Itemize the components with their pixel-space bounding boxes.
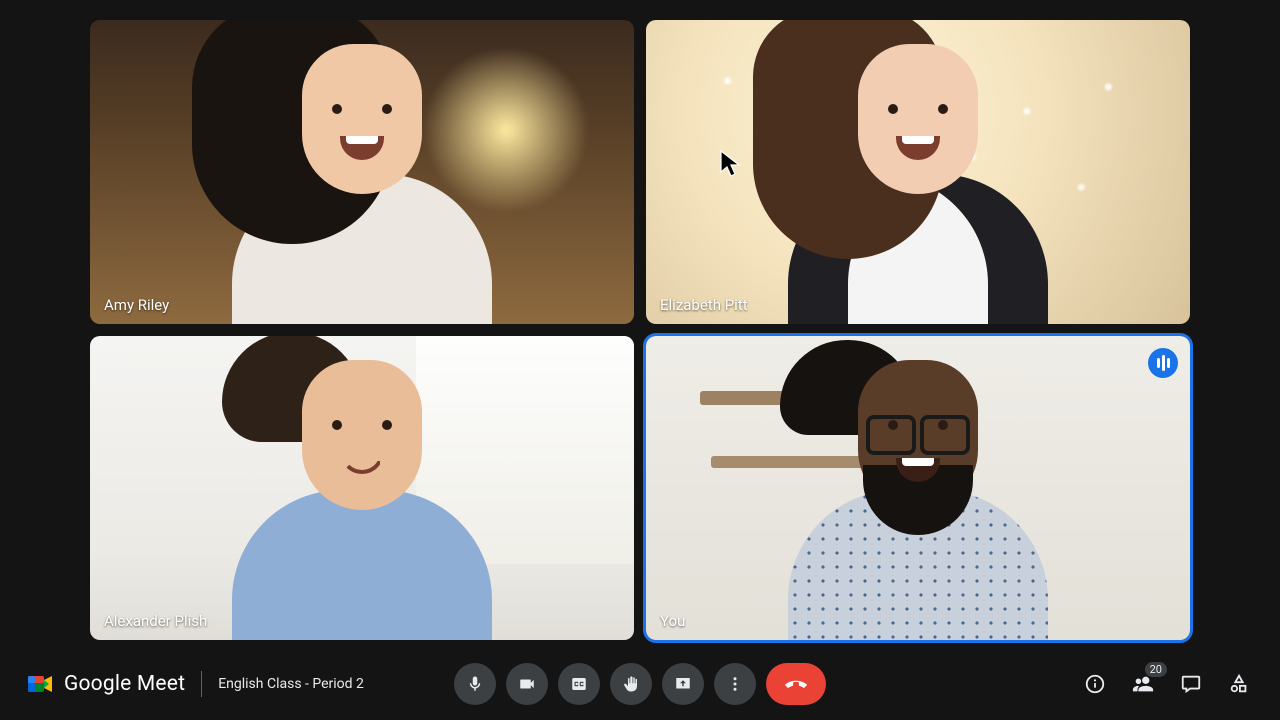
participant-name: Elizabeth Pitt (660, 296, 748, 314)
video-grid: Amy Riley Elizabeth Pitt Alexander Plish (90, 20, 1190, 640)
more-options-button[interactable] (714, 663, 756, 705)
camera-button[interactable] (506, 663, 548, 705)
speaking-indicator-icon (1148, 348, 1178, 378)
people-count-badge: 20 (1145, 662, 1167, 677)
info-icon (1084, 673, 1106, 695)
participant-tile[interactable]: Alexander Plish (90, 336, 634, 640)
captions-icon (570, 675, 588, 693)
camera-icon (518, 675, 536, 693)
present-icon (674, 675, 692, 693)
participant-name: Alexander Plish (104, 612, 207, 630)
participant-tile[interactable]: Amy Riley (90, 20, 634, 324)
meeting-details-button[interactable] (1082, 671, 1108, 697)
meet-logo-icon (28, 673, 54, 695)
activities-button[interactable] (1226, 671, 1252, 697)
people-button[interactable]: 20 (1130, 671, 1156, 697)
hangup-icon (783, 671, 809, 697)
more-vertical-icon (726, 675, 744, 693)
app-name: Google Meet (64, 672, 185, 696)
participant-name: You (660, 612, 685, 630)
captions-button[interactable] (558, 663, 600, 705)
chat-button[interactable] (1178, 671, 1204, 697)
hand-icon (622, 675, 640, 693)
divider (201, 671, 202, 697)
right-controls: 20 (1082, 671, 1252, 697)
call-controls (454, 663, 826, 705)
shapes-icon (1228, 673, 1250, 695)
present-button[interactable] (662, 663, 704, 705)
leave-call-button[interactable] (766, 663, 826, 705)
meeting-title: English Class - Period 2 (218, 676, 364, 692)
mic-button[interactable] (454, 663, 496, 705)
participant-tile[interactable]: Elizabeth Pitt (646, 20, 1190, 324)
mic-icon (466, 675, 484, 693)
app-brand: Google Meet (28, 672, 185, 696)
bottom-bar: Google Meet English Class - Period 2 (0, 648, 1280, 720)
raise-hand-button[interactable] (610, 663, 652, 705)
chat-icon (1180, 673, 1202, 695)
participant-tile-self[interactable]: You (646, 336, 1190, 640)
participant-name: Amy Riley (104, 296, 169, 314)
